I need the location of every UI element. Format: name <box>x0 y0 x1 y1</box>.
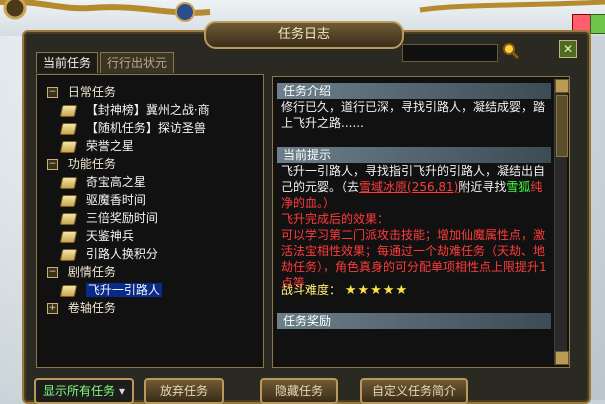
category-label: 剧情任务 <box>67 265 116 279</box>
quest-item[interactable]: 驱魔香时间 <box>59 191 146 209</box>
tab-career[interactable]: 行行出状元 <box>100 52 175 73</box>
hide-task-button[interactable]: 隐藏任务 <box>260 378 338 404</box>
category-label: 功能任务 <box>67 157 116 171</box>
collapse-icon[interactable]: − <box>47 267 58 278</box>
quest-label: 驱魔香时间 <box>85 193 146 207</box>
quest-item[interactable]: 三倍奖励时间 <box>59 209 158 227</box>
scroll-thumb[interactable] <box>556 95 568 157</box>
book-icon <box>59 284 78 297</box>
hint-location-link[interactable]: 雪域冰原(256,81) <box>359 180 458 194</box>
quest-item[interactable]: 【封神榜】冀州之战·商 <box>59 101 210 119</box>
category-function[interactable]: − 功能任务 <box>47 155 116 173</box>
section-reward-title: 任务奖励 <box>277 313 551 329</box>
quest-label: 引路人换积分 <box>85 247 158 261</box>
quest-label: 【封神榜】冀州之战·商 <box>85 103 210 117</box>
search-input[interactable] <box>402 44 498 62</box>
hint-target: 雪狐 <box>506 180 531 194</box>
collapse-icon[interactable]: − <box>47 87 58 98</box>
abandon-task-button[interactable]: 放弃任务 <box>144 378 224 404</box>
close-icon[interactable]: ✕ <box>559 40 577 58</box>
quest-item[interactable]: 奇宝高之星 <box>59 173 146 191</box>
scrollbar[interactable] <box>554 79 569 365</box>
difficulty-row: 战斗难度： ★★★★★ <box>281 281 408 298</box>
custom-intro-button[interactable]: 自定义任务简介 <box>360 378 468 404</box>
window-title: 任务日志 <box>204 21 404 49</box>
collapse-icon[interactable]: − <box>47 159 58 170</box>
quest-item[interactable]: 引路人换积分 <box>59 245 158 263</box>
section-hint-title: 当前提示 <box>277 147 551 163</box>
quest-item[interactable]: 荣誉之星 <box>59 137 134 155</box>
category-scroll[interactable]: + 卷轴任务 <box>47 299 116 317</box>
quest-label: 荣誉之星 <box>85 139 134 153</box>
magnifier-icon[interactable] <box>502 42 520 60</box>
scroll-up-arrow[interactable] <box>555 79 569 93</box>
intro-text: 修行已久，道行已深，寻找引路人，凝结成婴，踏上飞升之路...... <box>281 100 546 130</box>
book-icon <box>59 194 78 207</box>
hint-text-2: 附近寻找 <box>458 180 507 194</box>
scroll-down-arrow[interactable] <box>555 351 569 365</box>
book-icon <box>59 248 78 261</box>
quest-item[interactable]: 天鉴神兵 <box>59 227 134 245</box>
category-label: 日常任务 <box>67 85 116 99</box>
book-icon <box>59 104 78 117</box>
reward-title: 飞升完成后的效果： <box>281 212 390 226</box>
show-all-dropdown[interactable]: 显示所有任务 ▾ <box>34 378 134 404</box>
category-label: 卷轴任务 <box>67 301 116 315</box>
quest-label: 天鉴神兵 <box>85 229 134 243</box>
quest-detail-panel: 任务介绍 修行已久，道行已深，寻找引路人，凝结成婴，踏上飞升之路...... 当… <box>272 76 570 368</box>
expand-icon[interactable]: + <box>47 303 58 314</box>
book-icon <box>59 176 78 189</box>
chevron-down-icon: ▾ <box>118 384 126 398</box>
book-icon <box>59 230 78 243</box>
quest-label: 奇宝高之星 <box>85 175 146 189</box>
quest-label: 【随机任务】探访圣兽 <box>85 121 206 135</box>
book-icon <box>59 140 78 153</box>
show-all-label: 显示所有任务 <box>42 384 115 398</box>
quest-label: 飞升一引路人 <box>85 283 162 297</box>
quest-tree-panel: − 日常任务 【封神榜】冀州之战·商 【随机任务】探访圣兽 荣誉之星 − 功能任… <box>36 74 264 368</box>
category-daily[interactable]: − 日常任务 <box>47 83 116 101</box>
quest-item[interactable]: 【随机任务】探访圣兽 <box>59 119 206 137</box>
hint-text: 飞升一引路人，寻找指引飞升的引路人，凝结出自己的元婴。（去雪域冰原(256,81… <box>281 163 547 291</box>
quest-label: 三倍奖励时间 <box>85 211 158 225</box>
book-icon <box>59 212 78 225</box>
difficulty-label: 战斗难度： <box>281 283 342 297</box>
quest-item-selected[interactable]: 飞升一引路人 <box>59 281 162 299</box>
book-icon <box>59 122 78 135</box>
section-intro-title: 任务介绍 <box>277 83 551 99</box>
category-story[interactable]: − 剧情任务 <box>47 263 116 281</box>
difficulty-stars: ★★★★★ <box>344 283 409 298</box>
tab-current-tasks[interactable]: 当前任务 <box>36 52 99 73</box>
corner-button-green[interactable] <box>590 14 605 34</box>
